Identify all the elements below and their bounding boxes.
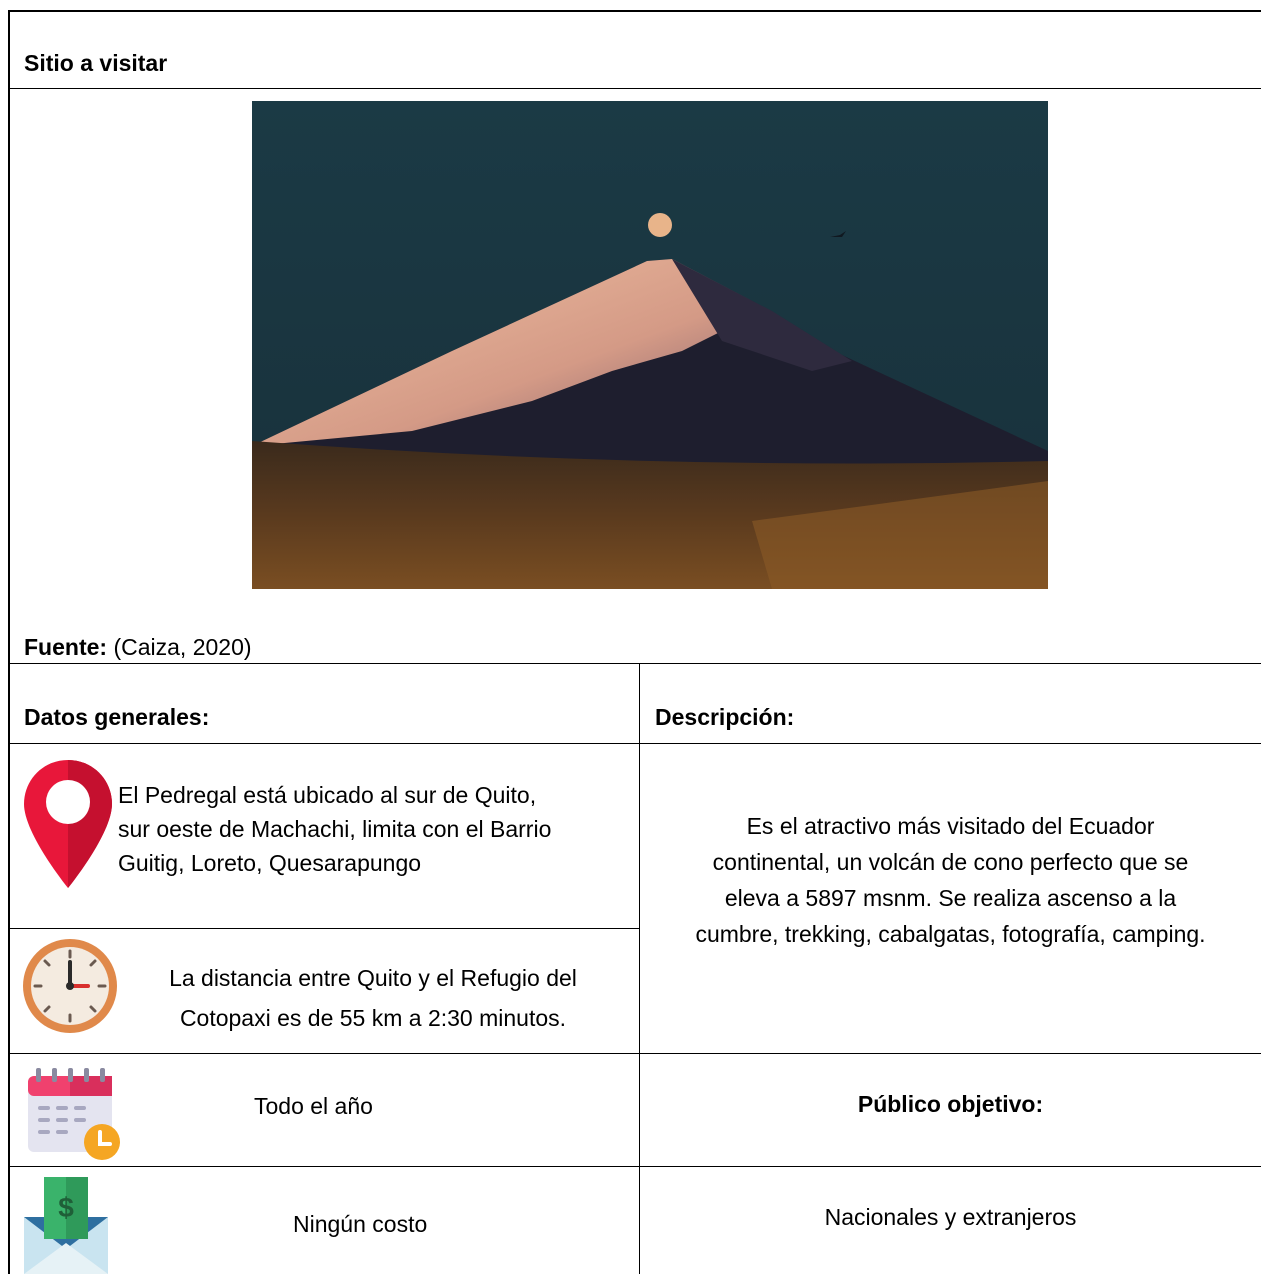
audience-value: Nacionales y extranjeros xyxy=(824,1204,1077,1230)
image-source: Fuente: (Caiza, 2020) xyxy=(24,630,252,664)
row-divider xyxy=(8,1166,1261,1167)
location-line: El Pedregal está ubicado al sur de Quito… xyxy=(118,782,537,808)
column-divider xyxy=(639,663,640,1274)
row-divider xyxy=(8,928,640,929)
location-text: El Pedregal está ubicado al sur de Quito… xyxy=(118,778,638,880)
svg-text:$: $ xyxy=(58,1192,74,1223)
distance-text: La distancia entre Quito y el Refugio de… xyxy=(120,958,626,1038)
season-text: Todo el año xyxy=(254,1093,373,1119)
row-divider xyxy=(8,88,1261,89)
volcano-photo xyxy=(252,101,1048,589)
calendar-clock-icon xyxy=(28,1068,120,1160)
location-line: sur oeste de Machachi, limita con el Bar… xyxy=(118,816,552,842)
audience-heading: Público objetivo: xyxy=(857,1091,1044,1117)
table-border-left xyxy=(8,10,10,1274)
description-line: cumbre, trekking, cabalgatas, fotografía… xyxy=(695,921,1206,947)
clock-icon xyxy=(23,939,117,1033)
description-heading: Descripción: xyxy=(655,704,795,730)
distance-line: Cotopaxi es de 55 km a 2:30 minutos. xyxy=(179,1005,567,1031)
location-line: Guitig, Loreto, Quesarapungo xyxy=(118,850,422,876)
description-text: Es el atractivo más visitado del Ecuador… xyxy=(640,808,1261,952)
source-citation: (Caiza, 2020) xyxy=(113,634,252,660)
description-line: Es el atractivo más visitado del Ecuador xyxy=(746,813,1155,839)
row-divider xyxy=(8,1053,1261,1054)
source-label: Fuente: xyxy=(24,634,108,660)
section-title: Sitio a visitar xyxy=(24,50,168,76)
row-divider xyxy=(8,743,1261,744)
cost-text: Ningún costo xyxy=(293,1211,428,1237)
general-data-heading: Datos generales: xyxy=(24,704,210,730)
distance-line: La distancia entre Quito y el Refugio de… xyxy=(169,965,577,991)
description-line: continental, un volcán de cono perfecto … xyxy=(712,849,1189,875)
location-pin-icon xyxy=(24,760,112,888)
table-border-top xyxy=(8,10,1261,12)
description-line: eleva a 5897 msnm. Se realiza ascenso a … xyxy=(724,885,1177,911)
money-envelope-icon: $ xyxy=(24,1177,108,1274)
